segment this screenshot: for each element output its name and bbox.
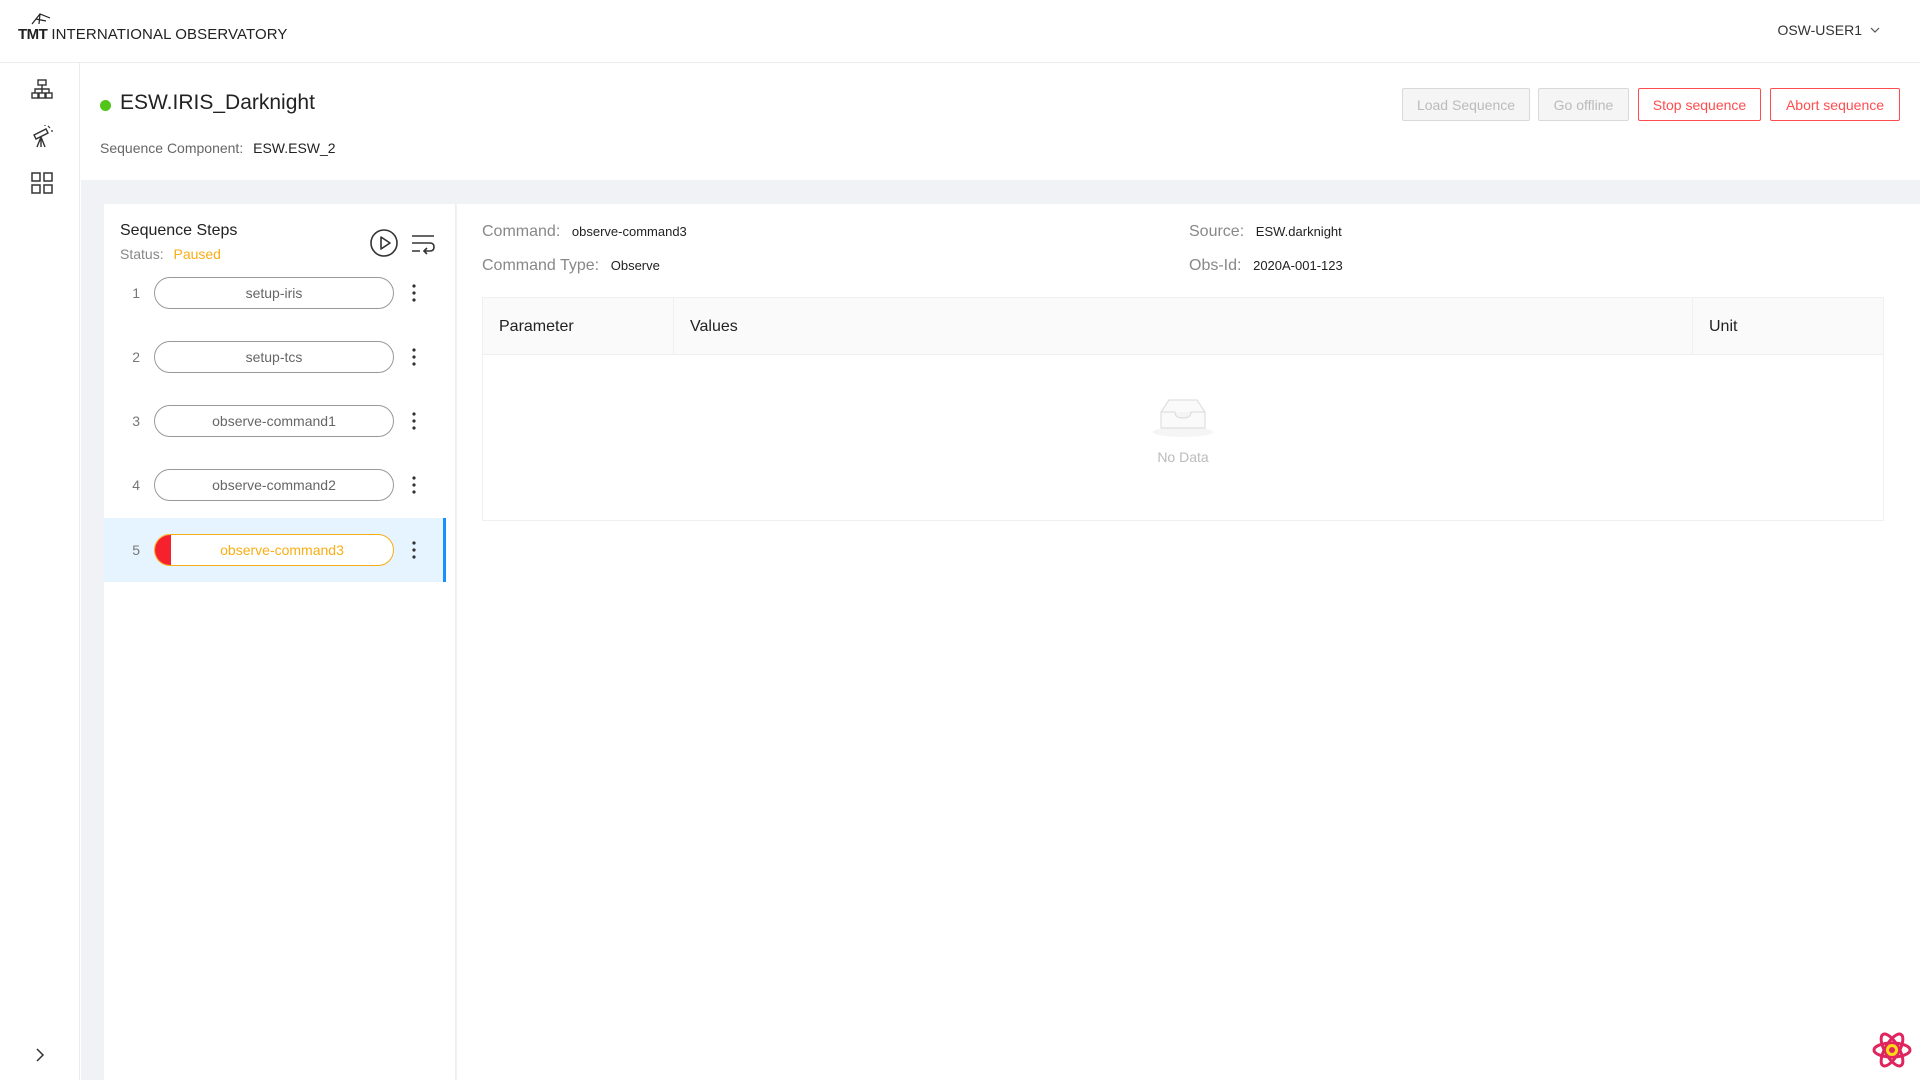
sequence-steps-panel: Sequence Steps Status: Paused 1 setup-ir… (104, 204, 456, 1080)
step-pill[interactable]: setup-tcs (154, 341, 394, 373)
obsid-label: Obs-Id: (1189, 257, 1242, 274)
sequence-component-label: Sequence Component: (100, 140, 244, 156)
steps-title: Sequence Steps (120, 222, 238, 239)
step-row-1[interactable]: 1 setup-iris (104, 261, 444, 325)
table-header: Parameter Values Unit (483, 298, 1883, 355)
sitemap-icon[interactable] (28, 75, 56, 103)
sequencer-header-card (81, 63, 1920, 180)
telescope-icon[interactable] (28, 123, 56, 151)
column-header-unit: Unit (1709, 317, 1738, 335)
react-devtools-icon[interactable] (1872, 1030, 1912, 1070)
abort-sequence-button[interactable]: Abort sequence (1770, 88, 1900, 121)
step-pill[interactable]: observe-command1 (154, 405, 394, 437)
logo-mark: TMT (18, 13, 51, 43)
chevron-right-icon[interactable] (30, 1045, 50, 1065)
sequencer-title: ESW.IRIS_Darknight (120, 91, 315, 114)
step-row-4[interactable]: 4 observe-command2 (104, 453, 444, 517)
sequence-component-info: Sequence Component: ESW.ESW_2 (100, 140, 336, 156)
grid-icon[interactable] (28, 169, 56, 197)
status-value: Paused (173, 246, 221, 262)
step-label: setup-tcs (245, 349, 303, 365)
step-row-5[interactable]: 5 observe-command3 (104, 518, 446, 582)
step-number: 1 (132, 285, 140, 301)
step-row-3[interactable]: 3 observe-command1 (104, 389, 444, 453)
online-status-dot (100, 100, 111, 111)
go-offline-button[interactable]: Go offline (1538, 88, 1629, 121)
step-label: setup-iris (245, 285, 303, 301)
column-header-values: Values (674, 298, 1693, 355)
step-row-2[interactable]: 2 setup-tcs (104, 325, 444, 389)
sidebar (0, 63, 80, 1080)
command-type-value: Observe (610, 258, 660, 273)
obsid-value: 2020A-001-123 (1253, 258, 1343, 273)
step-number: 2 (132, 349, 140, 365)
logo-text: INTERNATIONAL OBSERVATORY (51, 26, 288, 43)
empty-text: No Data (1157, 449, 1209, 465)
source-value: ESW.darknight (1255, 224, 1342, 239)
step-number: 4 (132, 477, 140, 493)
step-number: 5 (132, 542, 140, 558)
user-menu[interactable]: OSW-USER1 (1777, 22, 1880, 38)
step-pill-current[interactable]: observe-command3 (154, 534, 394, 566)
breakpoint-marker (155, 535, 171, 565)
chevron-down-icon (1870, 27, 1880, 33)
column-header-parameter: Parameter (483, 298, 674, 355)
more-vertical-icon[interactable] (394, 405, 434, 437)
sequence-component-value: ESW.ESW_2 (253, 140, 336, 156)
more-vertical-icon[interactable] (394, 341, 434, 373)
parameters-table: Parameter Values Unit No Data (482, 297, 1884, 521)
load-sequence-button[interactable]: Load Sequence (1402, 88, 1530, 121)
empty-state: No Data (483, 398, 1883, 465)
step-number: 3 (132, 413, 140, 429)
source-field: Source: ESW.darknight (1189, 223, 1342, 241)
command-type-label: Command Type: (482, 257, 600, 274)
inbox-empty-icon (1153, 399, 1213, 437)
play-icon[interactable] (369, 228, 399, 258)
obsid-field: Obs-Id: 2020A-001-123 (1189, 257, 1343, 275)
stop-sequence-button[interactable]: Stop sequence (1638, 88, 1761, 121)
step-label: observe-command2 (212, 477, 336, 493)
command-type-field: Command Type: Observe (482, 257, 660, 275)
step-label: observe-command3 (220, 542, 344, 558)
command-field: Command: observe-command3 (482, 223, 687, 241)
command-value: observe-command3 (571, 224, 687, 239)
user-name: OSW-USER1 (1777, 22, 1862, 38)
tmt-logo[interactable]: TMT INTERNATIONAL OBSERVATORY (18, 13, 288, 43)
command-label: Command: (482, 223, 561, 240)
step-pill[interactable]: setup-iris (154, 277, 394, 309)
source-label: Source: (1189, 223, 1245, 240)
logo-mark-text: TMT (18, 26, 48, 43)
more-vertical-icon[interactable] (394, 469, 434, 501)
app-header: TMT INTERNATIONAL OBSERVATORY OSW-USER1 (0, 0, 1920, 63)
step-pill[interactable]: observe-command2 (154, 469, 394, 501)
more-vertical-icon[interactable] (394, 534, 434, 566)
wrap-text-icon[interactable] (410, 230, 436, 256)
more-vertical-icon[interactable] (394, 277, 434, 309)
status-label: Status: (120, 246, 164, 262)
step-label: observe-command1 (212, 413, 336, 429)
steps-status: Status: Paused (120, 246, 221, 262)
telescope-logo-icon (31, 13, 51, 25)
